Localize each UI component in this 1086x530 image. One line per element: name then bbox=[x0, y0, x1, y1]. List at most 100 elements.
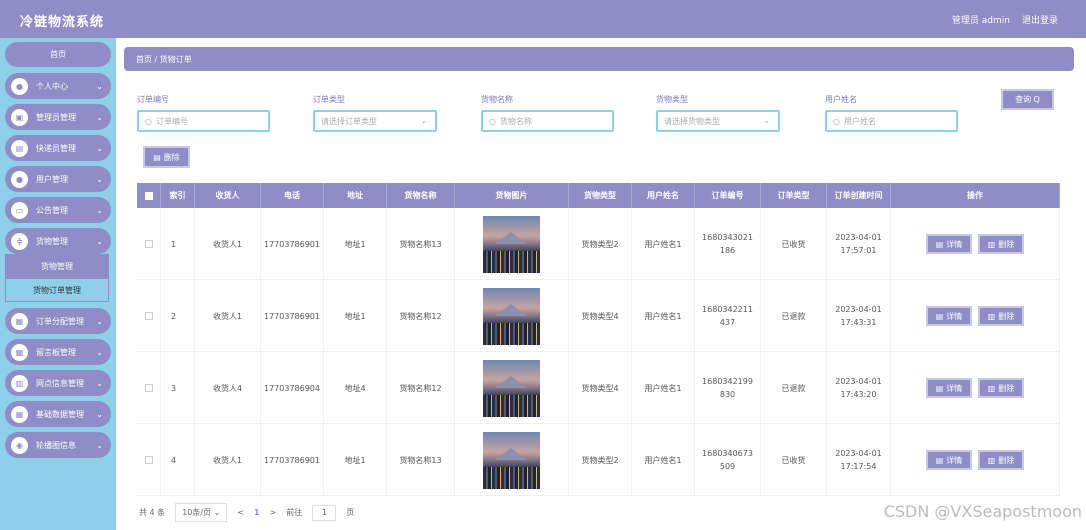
detail-button[interactable]: ▤ 详情 bbox=[926, 378, 972, 398]
cell-order: 1680342199830 bbox=[695, 352, 761, 424]
cell-user: 用户姓名1 bbox=[632, 352, 695, 424]
sidebar-subitem[interactable]: 货物订单管理 bbox=[5, 278, 109, 302]
grid-icon: ▦ bbox=[11, 405, 28, 423]
filter-placeholder: 用户姓名 bbox=[843, 116, 876, 126]
goods-photo bbox=[483, 359, 540, 417]
chevron-down-icon: ⌄ bbox=[96, 409, 103, 419]
cell-time: 2023-04-01 17:17:54 bbox=[827, 424, 891, 496]
sidebar-item-label: 快递员管理 bbox=[36, 143, 76, 153]
goods-image bbox=[455, 424, 569, 496]
trash-icon: ▥ bbox=[987, 455, 996, 465]
cell-gtype: 货物类型4 bbox=[569, 352, 632, 424]
filter-input[interactable]: ○ 用户姓名 bbox=[825, 110, 958, 132]
filter-select[interactable]: 请选择订单类型 ⌄ bbox=[313, 110, 437, 132]
filter-input[interactable]: ○ 订单编号 bbox=[137, 110, 270, 132]
trash-icon: ▤ bbox=[153, 152, 161, 162]
user-icon: ● bbox=[11, 77, 28, 95]
cell-goods: 货物名称13 bbox=[387, 208, 455, 280]
chevron-down-icon: ⌄ bbox=[763, 116, 770, 125]
cell-receiver: 收货人4 bbox=[195, 352, 261, 424]
cell-user: 用户姓名1 bbox=[632, 280, 695, 352]
cell-otype: 已退款 bbox=[761, 352, 827, 424]
cell-user: 用户姓名1 bbox=[632, 424, 695, 496]
sidebar-item[interactable]: ▦ 订单分配管理 ⌄ bbox=[5, 308, 111, 334]
filter-label: 用户姓名 bbox=[825, 95, 857, 104]
filter-select[interactable]: 请选择货物类型 ⌄ bbox=[656, 110, 780, 132]
prev-page-button[interactable]: < bbox=[237, 508, 244, 517]
page-size-select[interactable]: 10条/页 ⌄ bbox=[175, 503, 228, 522]
sidebar-item[interactable]: ▤ 快递员管理 ⌄ bbox=[5, 135, 111, 161]
chart-icon: ▥ bbox=[11, 374, 28, 392]
select-all-checkbox[interactable] bbox=[137, 183, 161, 208]
user-icon: ● bbox=[11, 170, 28, 188]
delete-button[interactable]: ▥ 删除 bbox=[978, 378, 1024, 398]
filter-placeholder: 订单编号 bbox=[155, 116, 188, 126]
cell-phone: 17703786901 bbox=[261, 424, 324, 496]
total-count: 共 4 条 bbox=[139, 508, 166, 517]
batch-delete-button[interactable]: ▤ 删除 bbox=[143, 146, 190, 168]
sidebar-item[interactable]: ◉ 轮播图信息 ⌄ bbox=[5, 432, 111, 458]
trash-icon: ▥ bbox=[987, 383, 996, 393]
top-bar: 冷链物流系统 管理员 admin 退出登录 bbox=[0, 0, 1086, 38]
sidebar-item[interactable]: ▥ 网点信息管理 ⌄ bbox=[5, 370, 111, 396]
sidebar-item[interactable]: ● 个人中心 ⌄ bbox=[5, 73, 111, 99]
column-header: 操作 bbox=[891, 183, 1060, 208]
cell-otype: 已退款 bbox=[761, 280, 827, 352]
row-checkbox[interactable] bbox=[137, 352, 161, 424]
sidebar-subitem[interactable]: 货物管理 bbox=[5, 254, 109, 278]
cell-receiver: 收货人1 bbox=[195, 208, 261, 280]
row-checkbox[interactable] bbox=[137, 280, 161, 352]
sidebar-item[interactable]: ● 用户管理 ⌄ bbox=[5, 166, 111, 192]
cell-order: 1680343021186 bbox=[695, 208, 761, 280]
delete-button[interactable]: ▥ 删除 bbox=[978, 234, 1024, 254]
row-actions: ▤ 详情 ▥ 删除 bbox=[891, 280, 1060, 352]
row-checkbox[interactable] bbox=[137, 424, 161, 496]
goods-photo bbox=[483, 287, 540, 345]
column-header: 收货人 bbox=[195, 183, 261, 208]
cell-time: 2023-04-01 17:43:31 bbox=[827, 280, 891, 352]
cell-otype: 已收货 bbox=[761, 424, 827, 496]
cell-order: 1680342211437 bbox=[695, 280, 761, 352]
cell-goods: 货物名称12 bbox=[387, 352, 455, 424]
logout-link[interactable]: 退出登录 bbox=[1022, 13, 1058, 26]
row-actions: ▤ 详情 ▥ 删除 bbox=[891, 424, 1060, 496]
cell-time: 2023-04-01 17:43:20 bbox=[827, 352, 891, 424]
filter-input[interactable]: ○ 货物名称 bbox=[481, 110, 614, 132]
cell-idx: 2 bbox=[161, 280, 195, 352]
page-number[interactable]: 1 bbox=[254, 508, 260, 517]
detail-icon: ▤ bbox=[935, 383, 944, 393]
query-button[interactable]: 查询 Q bbox=[1001, 89, 1054, 110]
pagination: 共 4 条 10条/页 ⌄ < 1 > 前往 1 页 bbox=[139, 503, 354, 522]
sidebar-item-label: 网点信息管理 bbox=[36, 378, 84, 388]
goods-photo bbox=[483, 431, 540, 489]
next-page-button[interactable]: > bbox=[270, 508, 277, 517]
cell-order: 1680340673509 bbox=[695, 424, 761, 496]
row-checkbox[interactable] bbox=[137, 208, 161, 280]
sidebar-item[interactable]: ▣ 管理员管理 ⌄ bbox=[5, 104, 111, 130]
grid-icon: ▦ bbox=[11, 312, 28, 330]
sidebar-item-label: 用户管理 bbox=[36, 174, 68, 184]
sidebar-item[interactable]: ▦ 基础数据管理 ⌄ bbox=[5, 401, 111, 427]
sidebar-item-home[interactable]: 首页 bbox=[5, 42, 111, 67]
row-actions: ▤ 详情 ▥ 删除 bbox=[891, 208, 1060, 280]
sidebar-item[interactable]: ≑ 货物管理 ⌄ bbox=[5, 228, 111, 254]
delete-button[interactable]: ▥ 删除 bbox=[978, 306, 1024, 326]
sidebar-item[interactable]: ▦ 留言板管理 ⌄ bbox=[5, 339, 111, 365]
filter-placeholder: 请选择订单类型 bbox=[321, 116, 377, 126]
detail-button[interactable]: ▤ 详情 bbox=[926, 450, 972, 470]
sidebar-item[interactable]: ▭ 公告管理 ⌄ bbox=[5, 197, 111, 223]
lock-icon: ▤ bbox=[11, 139, 28, 157]
sidebar-item-label: 基础数据管理 bbox=[36, 409, 84, 419]
detail-button[interactable]: ▤ 详情 bbox=[926, 234, 972, 254]
detail-button[interactable]: ▤ 详情 bbox=[926, 306, 972, 326]
detail-icon: ▤ bbox=[935, 239, 944, 249]
goto-input[interactable]: 1 bbox=[312, 504, 337, 521]
cell-addr: 地址1 bbox=[324, 280, 387, 352]
column-header: 用户姓名 bbox=[632, 183, 695, 208]
chevron-down-icon: ⌄ bbox=[420, 116, 427, 125]
chevron-down-icon: ⌄ bbox=[96, 81, 103, 91]
filter-placeholder: 请选择货物类型 bbox=[664, 116, 720, 126]
delete-button[interactable]: ▥ 删除 bbox=[978, 450, 1024, 470]
sidebar-item-label: 公告管理 bbox=[36, 205, 68, 215]
filter-label: 订单编号 bbox=[137, 95, 169, 104]
